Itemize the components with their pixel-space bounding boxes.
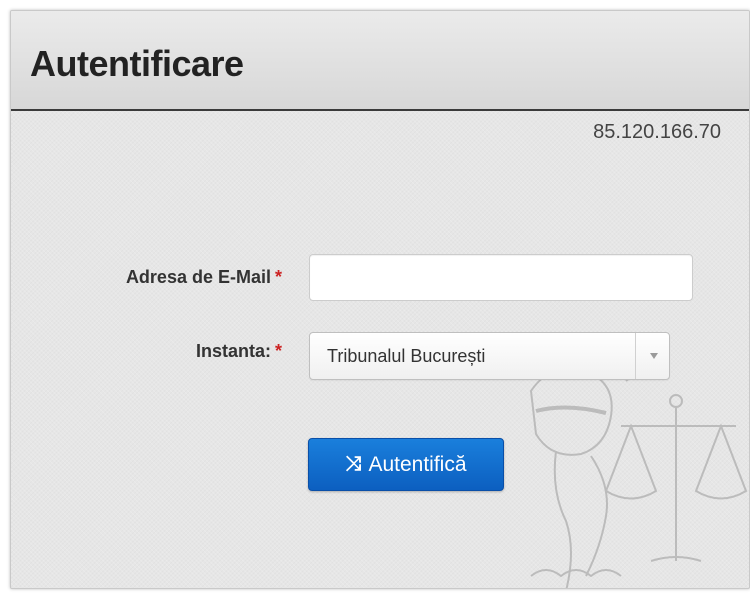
authenticate-button-label: Autentifică bbox=[368, 452, 467, 476]
court-select[interactable]: Tribunalul București bbox=[309, 332, 670, 380]
email-required-marker: * bbox=[274, 267, 282, 287]
authenticate-button[interactable]: ⤨ Autentifică bbox=[308, 438, 504, 491]
court-label-text: Instanta: bbox=[195, 341, 271, 361]
select-divider bbox=[635, 333, 636, 379]
page-title: Autentificare bbox=[30, 43, 244, 84]
court-select-value: Tribunalul București bbox=[327, 346, 486, 366]
panel-header: Autentificare bbox=[11, 11, 749, 111]
chevron-down-icon[interactable] bbox=[650, 353, 658, 359]
email-label: Adresa de E-Mail * bbox=[11, 267, 282, 287]
login-panel: Autentificare 85.120.166.70 Adresa de E-… bbox=[10, 10, 750, 589]
court-label: Instanta: * bbox=[11, 341, 282, 361]
email-field[interactable] bbox=[309, 254, 693, 301]
client-ip-address: 85.120.166.70 bbox=[593, 121, 721, 143]
court-required-marker: * bbox=[274, 341, 282, 361]
email-label-text: Adresa de E-Mail bbox=[125, 267, 271, 287]
shuffle-icon: ⤨ bbox=[345, 453, 362, 475]
